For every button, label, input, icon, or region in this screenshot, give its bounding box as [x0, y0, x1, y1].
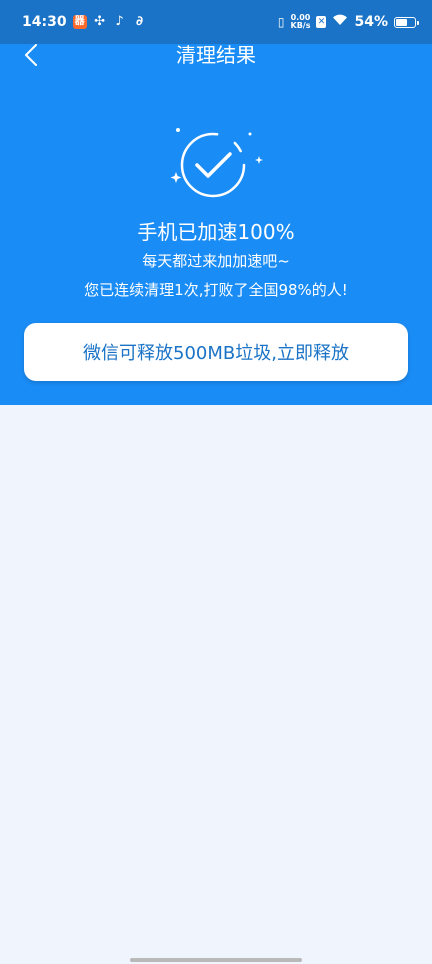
wifi-icon — [332, 14, 348, 30]
battery-percent: 54% — [354, 14, 388, 30]
status-left: 14:30 器 ✣ ♪ ∂ — [22, 14, 147, 30]
home-indicator[interactable] — [130, 958, 302, 962]
result-panel: 清理结果 手机已加速100% 每天都过来加加速吧~ 您已连续清理1次,打败了全国… — [0, 44, 432, 405]
status-right: ▯ 0.00 KB/s ✕ 54% — [277, 14, 419, 30]
net-speed-unit: KB/s — [290, 21, 311, 30]
status-bar: 14:30 器 ✣ ♪ ∂ ▯ 0.00 KB/s ✕ 54% — [0, 0, 432, 44]
success-check-icon — [160, 116, 270, 216]
battery-icon — [394, 16, 419, 28]
app-notification-icon: 器 — [72, 15, 87, 29]
no-sim-icon: ✕ — [316, 16, 327, 28]
result-headline: 手机已加速100% — [137, 220, 295, 244]
release-wechat-button[interactable]: 微信可释放500MB垃圾,立即释放 — [24, 323, 408, 381]
net-speed: 0.00 KB/s — [291, 14, 311, 30]
tiktok-icon: ♪ — [115, 14, 124, 29]
link-icon: ∂ — [136, 14, 144, 29]
pinwheel-icon: ✣ — [94, 14, 106, 29]
result-subline: 每天都过来加加速吧~ — [142, 252, 290, 270]
page-title: 清理结果 — [176, 43, 256, 67]
vibrate-icon: ▯ — [277, 15, 285, 29]
status-time: 14:30 — [22, 14, 67, 30]
result-stats: 您已连续清理1次,打败了全国98%的人! — [84, 281, 348, 299]
